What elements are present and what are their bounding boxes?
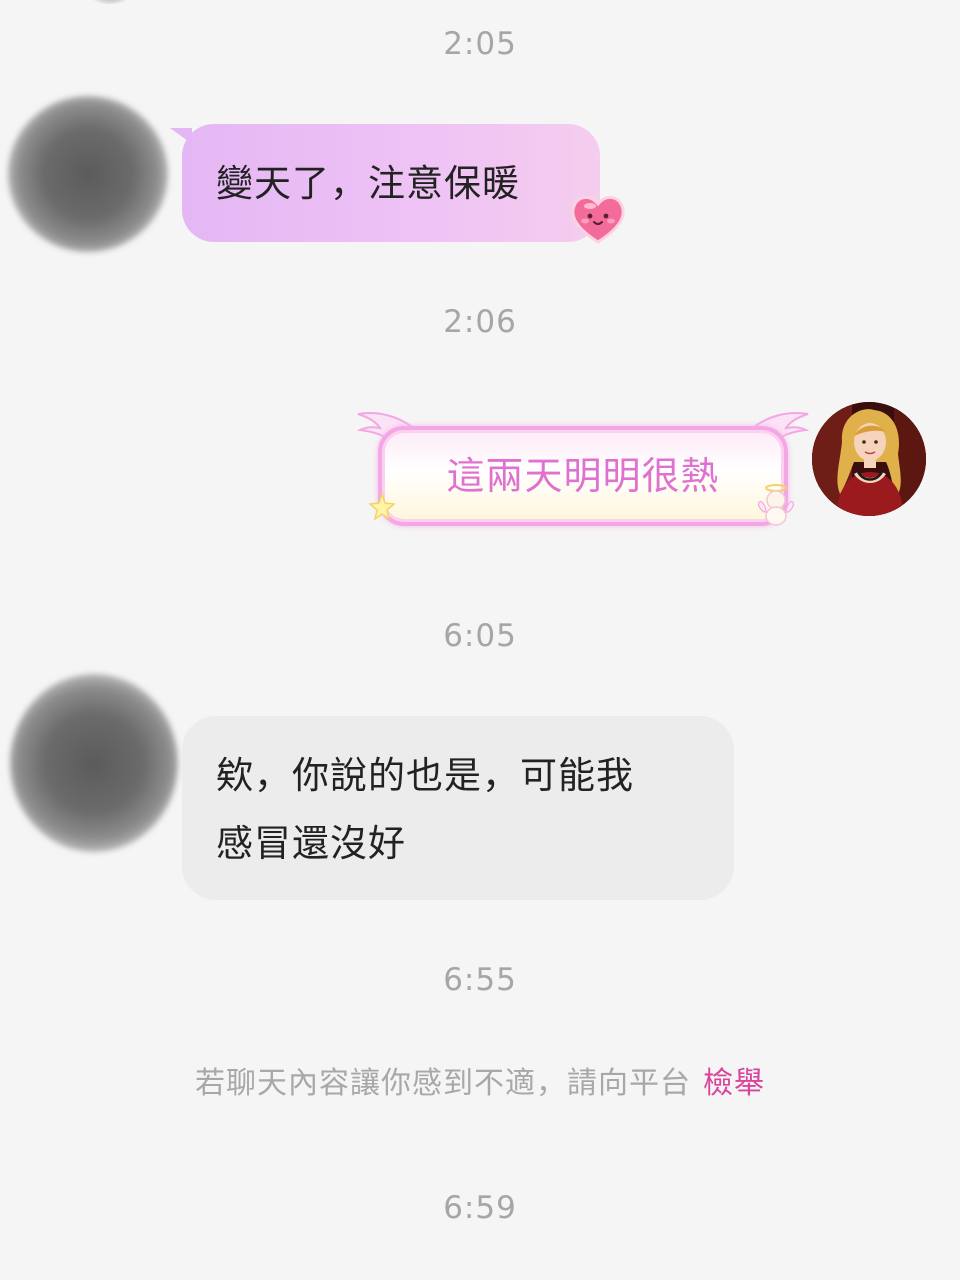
timestamp: 6:05 bbox=[443, 618, 517, 654]
message-text-line-2: 感冒還沒好 bbox=[216, 822, 406, 865]
heart-face-sticker-icon bbox=[571, 196, 625, 244]
timestamp: 6:55 bbox=[443, 962, 517, 998]
timestamp: 2:06 bbox=[443, 304, 517, 340]
safety-notice: 若聊天內容讓你感到不適，請向平台 檢舉 bbox=[0, 1058, 960, 1102]
timestamp: 2:05 bbox=[443, 26, 517, 62]
message-bubble-sent[interactable]: 這兩天明明很熱 bbox=[356, 408, 810, 532]
message-bubble-received[interactable]: 欸，你說的也是，可能我 感冒還沒好 bbox=[182, 716, 734, 900]
chat-screen: 2:05 變天了，注意保暖 2:06 這兩天明明很熱 6:05 欸，你說的也是，… bbox=[0, 0, 960, 1280]
message-text: 這兩天明明很熱 bbox=[446, 454, 720, 498]
partner-avatar-blurred[interactable] bbox=[8, 96, 168, 252]
message-text-line-1: 欸，你說的也是，可能我 bbox=[216, 754, 634, 797]
message-bubble-received[interactable]: 變天了，注意保暖 bbox=[170, 124, 600, 242]
my-avatar-icon[interactable] bbox=[812, 402, 926, 516]
notice-text: 若聊天內容讓你感到不適，請向平台 bbox=[195, 1066, 691, 1101]
bubble-tail bbox=[170, 128, 192, 144]
message-text: 變天了，注意保暖 bbox=[216, 162, 520, 205]
partner-avatar-partial[interactable] bbox=[82, 0, 138, 4]
timestamp: 6:59 bbox=[443, 1190, 517, 1226]
partner-avatar-blurred[interactable] bbox=[10, 674, 178, 852]
report-link[interactable]: 檢舉 bbox=[703, 1066, 765, 1101]
